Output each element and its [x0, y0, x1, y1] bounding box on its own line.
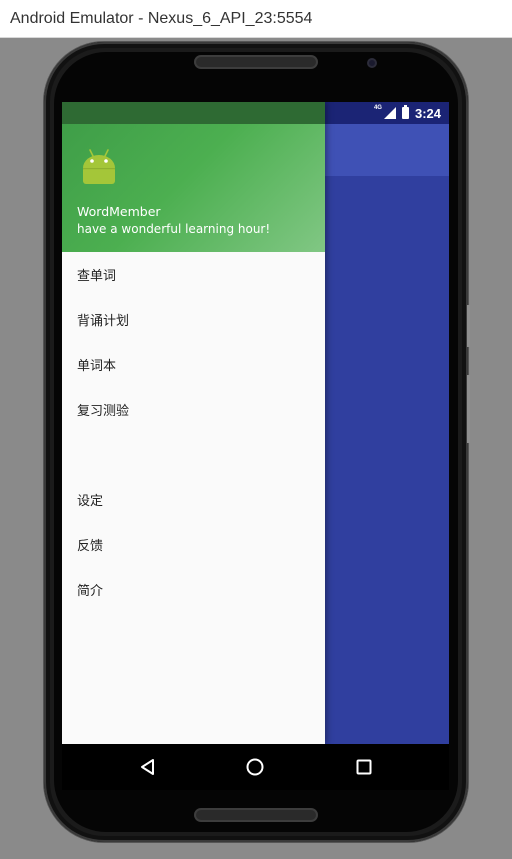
android-logo-icon [83, 149, 115, 184]
signal-icon [383, 107, 396, 119]
drawer-header: WordMember have a wonderful learning hou… [62, 124, 325, 252]
menu-item-lookup-word[interactable]: 查单词 [62, 252, 325, 297]
back-button[interactable] [137, 757, 157, 777]
battery-icon [401, 105, 409, 119]
home-button[interactable] [245, 757, 265, 777]
menu-item-about[interactable]: 简介 [62, 567, 325, 612]
bottom-speaker [194, 808, 318, 822]
menu-item-study-plan[interactable]: 背诵计划 [62, 297, 325, 342]
window-title-bar: Android Emulator - Nexus_6_API_23:5554 [0, 0, 512, 38]
top-speaker [194, 55, 318, 69]
drawer-app-name: WordMember [77, 204, 161, 219]
menu-item-settings[interactable]: 设定 [62, 477, 325, 522]
drawer-status-scrim [62, 102, 325, 124]
navigation-drawer: WordMember have a wonderful learning hou… [62, 102, 325, 744]
volume-button[interactable] [467, 375, 470, 443]
network-type: 4G [373, 105, 382, 111]
window-title: Android Emulator - Nexus_6_API_23:5554 [10, 9, 313, 27]
recents-icon [356, 759, 372, 775]
back-icon [141, 759, 154, 775]
drawer-tagline: have a wonderful learning hour! [77, 222, 271, 236]
drawer-menu: 查单词 背诵计划 单词本 复习测验 设定 反馈 简介 [62, 252, 325, 612]
home-icon [246, 758, 264, 776]
recents-button[interactable] [354, 757, 374, 777]
menu-separator [62, 432, 325, 477]
status-time: 3:24 [414, 105, 441, 121]
menu-item-review-quiz[interactable]: 复习测验 [62, 387, 325, 432]
menu-item-feedback[interactable]: 反馈 [62, 522, 325, 567]
front-camera [367, 58, 377, 68]
power-button[interactable] [467, 305, 470, 347]
device-screen: 4G 3:24 WordMember have a wonderful lear… [62, 102, 449, 744]
menu-item-word-book[interactable]: 单词本 [62, 342, 325, 387]
system-nav-bar [62, 744, 449, 790]
